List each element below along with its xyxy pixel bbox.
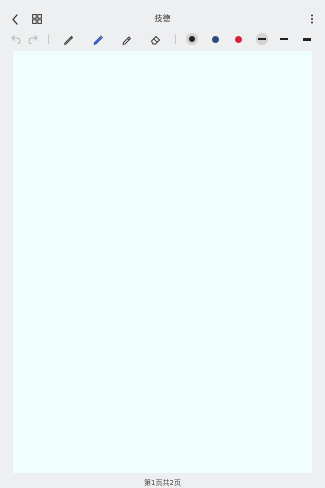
marker-tool-button[interactable] [91, 32, 104, 46]
color-swatch-blue[interactable] [212, 36, 219, 43]
color-swatch-red[interactable] [235, 36, 242, 43]
more-vertical-icon [311, 14, 313, 24]
color-dot-black [189, 36, 195, 42]
pen-tool-button[interactable] [62, 32, 75, 46]
stroke-width-thin-selected[interactable] [256, 33, 268, 45]
pen-icon [64, 35, 73, 45]
eraser-icon [151, 35, 160, 44]
color-swatch-black-selected[interactable] [186, 33, 198, 45]
drawing-canvas[interactable] [13, 51, 312, 473]
stroke-line-thin [258, 38, 266, 40]
toolbar-divider [175, 34, 176, 44]
eraser-tool-button[interactable] [149, 32, 162, 46]
page-indicator: 第1页共2页 [144, 479, 181, 487]
redo-button[interactable] [27, 32, 39, 46]
undo-icon [10, 35, 20, 44]
marker-icon [93, 34, 103, 45]
page-title: 技德 [154, 14, 171, 23]
stroke-width-thick[interactable] [303, 37, 311, 41]
drawing-toolbar [0, 29, 325, 49]
redo-icon [28, 35, 38, 44]
undo-button[interactable] [9, 32, 21, 46]
more-options-button[interactable] [306, 12, 318, 26]
toolbar-divider [48, 34, 49, 44]
highlighter-tool-button[interactable] [120, 32, 133, 46]
highlighter-icon [122, 36, 131, 45]
stroke-width-medium[interactable] [280, 38, 288, 40]
